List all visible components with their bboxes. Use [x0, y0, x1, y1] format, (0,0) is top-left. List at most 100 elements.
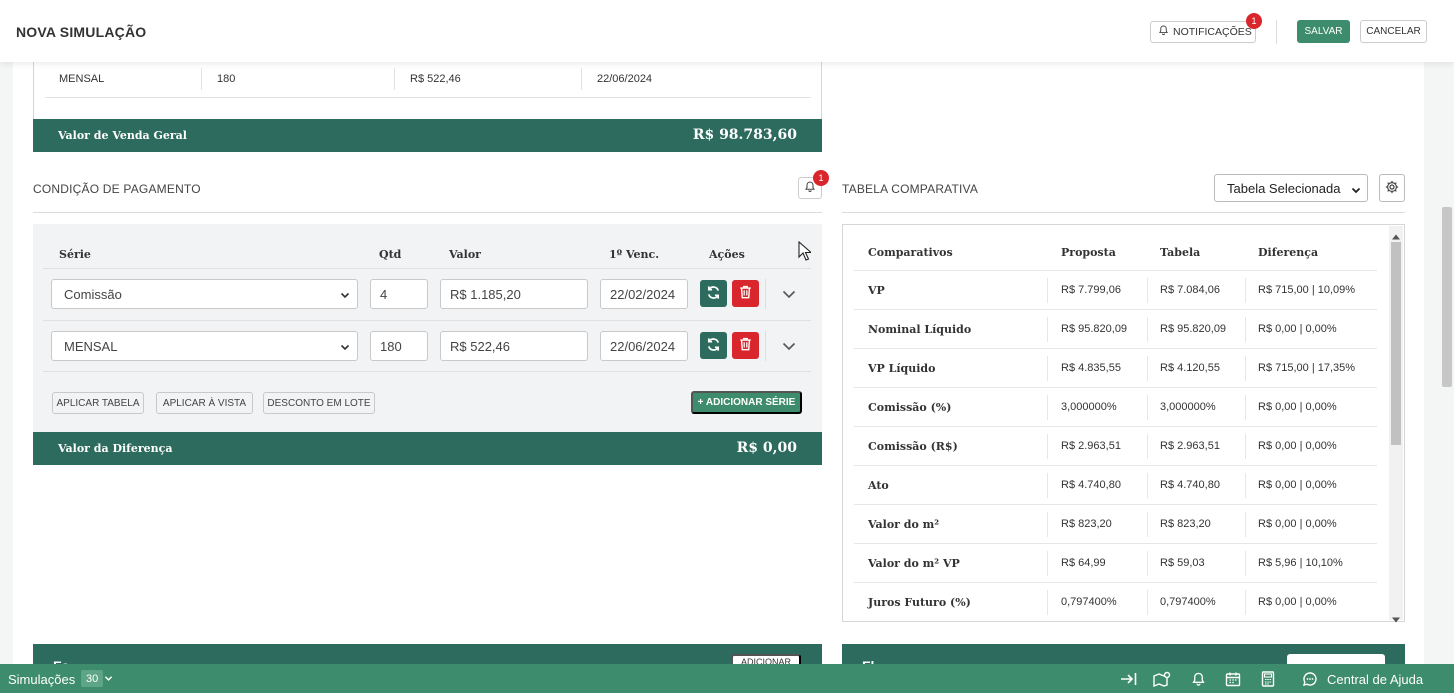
actions-divider	[765, 331, 766, 361]
comparison-table-select[interactable]: Tabela Selecionada	[1214, 174, 1368, 202]
payment-series-row: MENSAL 180 R$ 522,46 22/06/2024	[43, 320, 811, 372]
save-button[interactable]: SALVAR	[1297, 20, 1350, 43]
quantity-input[interactable]: 4	[370, 279, 428, 309]
bell-icon[interactable]	[1189, 670, 1207, 688]
table-row: VP R$ 7.799,06 R$ 7.084,06 R$ 715,00 | 1…	[854, 270, 1377, 309]
column-header-serie: Série	[59, 248, 91, 261]
row-difference: R$ 0,00 | 0,00%	[1258, 596, 1337, 608]
row-table: R$ 4.740,80	[1160, 479, 1220, 491]
payment-condition-title: CONDIÇÃO DE PAGAMENTO	[33, 182, 201, 196]
cell-divider	[1245, 356, 1246, 381]
cancel-button[interactable]: CANCELAR	[1360, 20, 1427, 43]
column-header-acoes: Ações	[709, 248, 745, 261]
refresh-icon	[706, 285, 721, 303]
cell-divider	[1245, 395, 1246, 420]
series-type-value: MENSAL	[64, 338, 118, 354]
comparative-settings-button[interactable]	[1379, 174, 1405, 202]
cell-divider	[1047, 590, 1048, 615]
cell-divider	[1147, 434, 1148, 459]
trash-icon	[739, 337, 752, 354]
map-pin-icon[interactable]	[1153, 670, 1171, 688]
row-table: 0,797400%	[1160, 596, 1216, 608]
cell-divider	[1245, 590, 1246, 615]
chevron-down-icon	[1351, 183, 1361, 198]
row-table: R$ 7.084,06	[1160, 284, 1220, 296]
scroll-up-arrow-icon[interactable]	[1392, 229, 1400, 243]
cell-divider	[1245, 278, 1246, 303]
series-name: MENSAL	[59, 73, 105, 85]
notifications-count-badge: 1	[1246, 13, 1262, 29]
row-proposal: R$ 95.820,09	[1061, 323, 1128, 335]
payment-alerts-badge: 1	[813, 170, 829, 186]
calculator-icon[interactable]	[1259, 670, 1277, 688]
cell-divider	[1047, 356, 1048, 381]
row-table: R$ 95.820,09	[1160, 323, 1227, 335]
value-input[interactable]: R$ 522,46	[440, 331, 588, 361]
expand-row-button[interactable]	[779, 285, 799, 305]
series-type-select[interactable]: MENSAL	[51, 331, 358, 361]
column-header-valor: Valor	[449, 248, 481, 261]
apply-table-button[interactable]: APLICAR TABELA	[52, 392, 144, 414]
cell-divider	[1245, 512, 1246, 537]
collapse-panel-icon[interactable]	[1119, 670, 1137, 688]
delete-series-button[interactable]	[732, 280, 759, 307]
row-proposal: 0,797400%	[1061, 596, 1117, 608]
row-label: Comissão (%)	[868, 401, 952, 414]
due-date-input[interactable]: 22/02/2024	[600, 279, 688, 309]
row-proposal: R$ 64,99	[1061, 557, 1106, 569]
row-label: Juros Futuro (%)	[868, 596, 971, 609]
calendar-icon[interactable]	[1224, 670, 1242, 688]
delete-series-button[interactable]	[732, 332, 759, 359]
series-type-select[interactable]: Comissão	[51, 279, 358, 309]
add-series-button[interactable]: + ADICIONAR SÉRIE	[691, 391, 802, 414]
row-table: R$ 59,03	[1160, 557, 1205, 569]
comparative-scrollbar-thumb[interactable]	[1391, 242, 1401, 445]
row-proposal: R$ 823,20	[1061, 518, 1112, 530]
column-header-comparativos: Comparativos	[868, 246, 953, 259]
cell-divider	[1047, 395, 1048, 420]
help-center-link[interactable]: Central de Ajuda	[1327, 672, 1423, 687]
chevron-down-icon	[340, 340, 350, 355]
page-scrollbar-thumb[interactable]	[1442, 207, 1452, 387]
quantity-input[interactable]: 180	[370, 331, 428, 361]
cash-flow-card-header: Fl	[842, 644, 1405, 666]
difference-value-bar: Valor da Diferença R$ 0,00	[33, 432, 822, 465]
chat-help-icon[interactable]	[1301, 670, 1319, 688]
series-due-date: 22/06/2024	[597, 73, 653, 85]
header-divider	[1276, 20, 1277, 44]
row-difference: R$ 715,00 | 10,09%	[1258, 284, 1356, 296]
series-qty: 180	[217, 73, 236, 85]
row-table: R$ 4.120,55	[1160, 362, 1220, 374]
cell-divider	[1245, 434, 1246, 459]
payment-series-row: Comissão 4 R$ 1.185,20 22/02/2024	[43, 268, 811, 320]
cell-divider	[1147, 512, 1148, 537]
table-row: Valor do m² VP R$ 64,99 R$ 59,03 R$ 5,96…	[854, 543, 1377, 582]
gear-icon	[1385, 180, 1399, 197]
series-type-value: Comissão	[64, 286, 122, 302]
comparison-table-value: Tabela Selecionada	[1227, 180, 1341, 196]
scroll-down-arrow-icon[interactable]	[1392, 612, 1400, 626]
apply-cash-button[interactable]: APLICAR À VISTA	[156, 392, 253, 414]
trash-icon	[739, 285, 752, 302]
column-divider	[201, 68, 202, 90]
simulations-label[interactable]: Simulações	[8, 672, 75, 687]
total-sale-value-bar: Valor de Venda Geral R$ 98.783,60	[33, 119, 822, 152]
chevron-down-icon[interactable]	[104, 672, 113, 686]
row-table: 3,000000%	[1160, 401, 1216, 413]
expand-row-button[interactable]	[779, 337, 799, 357]
cell-divider	[1147, 278, 1148, 303]
section-divider	[842, 212, 1405, 213]
row-proposal: 3,000000%	[1061, 401, 1117, 413]
cell-divider	[1047, 317, 1048, 342]
batch-discount-button[interactable]: DESCONTO EM LOTE	[263, 392, 375, 414]
row-label: Valor do m²	[868, 518, 940, 531]
value-input[interactable]: R$ 1.185,20	[440, 279, 588, 309]
due-date-input[interactable]: 22/06/2024	[600, 331, 688, 361]
recalculate-button[interactable]	[700, 332, 727, 359]
row-table: R$ 2.963,51	[1160, 440, 1220, 452]
recalculate-button[interactable]	[700, 280, 727, 307]
payment-flow-card-header: Fa ADICIONAR	[33, 644, 822, 666]
difference-value: R$ 0,00	[736, 440, 797, 456]
notifications-button[interactable]: NOTIFICAÇÕES	[1150, 21, 1256, 43]
cell-divider	[1147, 356, 1148, 381]
